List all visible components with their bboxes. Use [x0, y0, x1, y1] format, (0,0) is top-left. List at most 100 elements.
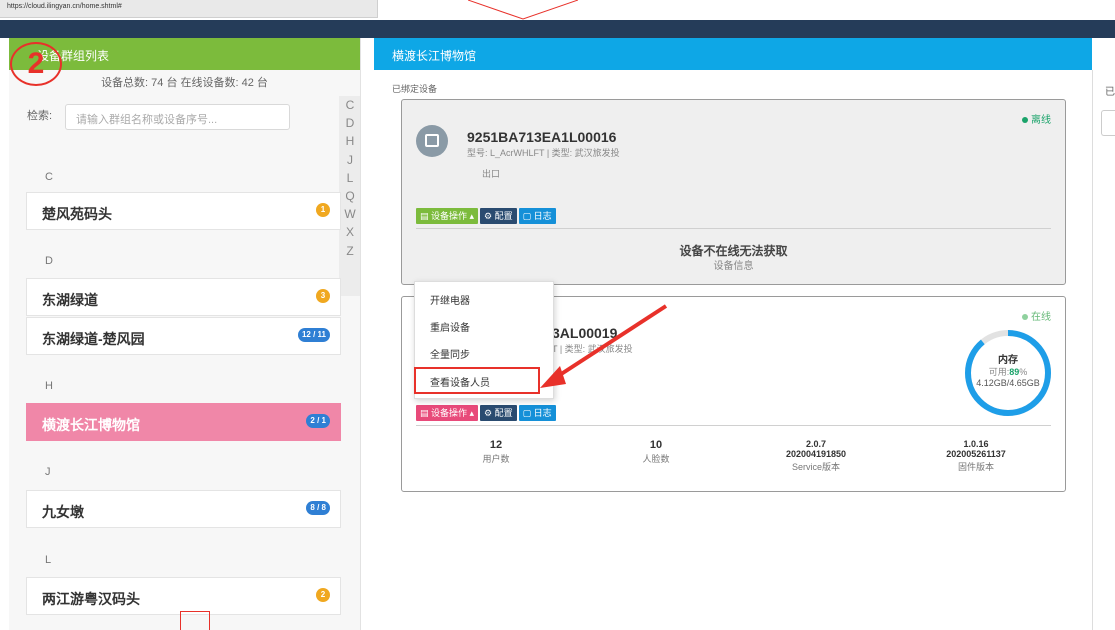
- group-list-panel: 设备群组列表 设备总数: 74 台 在线设备数: 42 台 检索: 请输入群组名…: [9, 38, 361, 630]
- stat-label: 人脸数: [642, 454, 670, 464]
- side-panel-input[interactable]: [1101, 110, 1115, 136]
- side-panel-partial: 已: [1092, 70, 1115, 630]
- device-panel-header: 横渡长江博物馆: [374, 38, 1092, 70]
- stat-label: 固件版本: [957, 462, 994, 472]
- stat-value-build: 202005261137: [946, 449, 1006, 459]
- stat-service-version: 2.0.7 202004191850 Service版本: [751, 439, 881, 473]
- alphabet-index: C D H J L Q W X Z: [339, 96, 360, 296]
- status-dot-icon: [1022, 117, 1028, 124]
- alpha-index-z[interactable]: Z: [339, 242, 360, 260]
- device-meta: 型号: L_AcrWHLFT | 类型: 武汉旅发投: [467, 148, 620, 158]
- section-letter-l: L: [45, 554, 52, 566]
- search-input[interactable]: 请输入群组名称或设备序号...: [65, 104, 290, 130]
- section-letter-d: D: [45, 255, 53, 267]
- card-divider: [416, 425, 1051, 426]
- stat-firmware-version: 1.0.16 202005261137 固件版本: [911, 439, 1041, 473]
- chevron-annotation-icon: [468, 0, 578, 20]
- device-serial: 9251BA713EA1L00016: [467, 129, 617, 145]
- group-item[interactable]: 九女墩 8 / 8: [26, 490, 341, 528]
- offline-submessage: 设备信息: [713, 261, 754, 272]
- device-card-offline: 9251BA713EA1L00016 型号: L_AcrWHLFT | 类型: …: [401, 99, 1066, 285]
- status-text: 离线: [1031, 115, 1051, 126]
- alpha-index-j[interactable]: J: [339, 151, 360, 169]
- alpha-index-d[interactable]: D: [339, 114, 360, 132]
- status-dot-icon: [1022, 314, 1028, 321]
- group-badge: 2 / 1: [306, 414, 330, 428]
- menu-item-full-sync[interactable]: 全量同步: [430, 346, 470, 361]
- stat-label: Service版本: [791, 462, 840, 472]
- memory-title: 内存: [998, 353, 1018, 366]
- alpha-index-q[interactable]: Q: [339, 187, 360, 205]
- device-meta-extra: 出口: [482, 169, 501, 179]
- group-badge: 2: [316, 588, 330, 602]
- group-badge: 8 / 8: [306, 501, 330, 515]
- status-text: 在线: [1031, 312, 1051, 323]
- config-button[interactable]: ⚙ 配置: [480, 208, 517, 224]
- alpha-index-w[interactable]: W: [339, 205, 360, 223]
- stat-label: 用户数: [482, 454, 510, 464]
- stat-faces: 10 人脸数: [591, 439, 721, 465]
- menu-item-open-relay[interactable]: 开继电器: [430, 292, 470, 307]
- device-stats: 设备总数: 74 台 在线设备数: 42 台: [101, 77, 268, 89]
- card-divider: [416, 228, 1051, 229]
- memory-usage: 4.12GB/4.65GB: [976, 378, 1040, 388]
- url-text: https://cloud.ilingyan.cn/home.shtml#: [7, 3, 122, 10]
- memory-gauge: 内存 可用:89% 4.12GB/4.65GB: [965, 330, 1051, 416]
- alpha-index-x[interactable]: X: [339, 223, 360, 241]
- stat-value: 10: [649, 439, 663, 451]
- status-badge: 在线: [1022, 308, 1051, 323]
- log-button[interactable]: ▢ 日志: [518, 208, 556, 224]
- group-item[interactable]: 楚风苑码头 1: [26, 192, 341, 230]
- group-name: 九女墩: [42, 504, 84, 520]
- stat-value: 1.0.16: [963, 439, 989, 449]
- group-name: 横渡长江博物馆: [42, 417, 140, 433]
- red-arrow-annotation-icon: [540, 304, 668, 388]
- alpha-index-c[interactable]: C: [339, 96, 360, 114]
- config-label: 配置: [494, 211, 513, 221]
- group-name: 两江游粤汉码头: [42, 591, 140, 607]
- menu-item-restart-device[interactable]: 重启设备: [430, 319, 470, 334]
- step-number-annotation: 2: [10, 42, 62, 86]
- section-letter-c: C: [45, 171, 53, 183]
- section-letter-j: J: [45, 466, 51, 478]
- config-button[interactable]: ⚙ 配置: [480, 405, 517, 421]
- group-badge: 12 / 11: [297, 328, 330, 342]
- section-letter-h: H: [45, 380, 53, 392]
- group-item[interactable]: 东湖绿道 3: [26, 278, 341, 316]
- side-panel-label: 已: [1105, 87, 1115, 98]
- alpha-index-l[interactable]: L: [339, 169, 360, 187]
- alpha-index-h[interactable]: H: [339, 132, 360, 150]
- stat-value: 2.0.7: [805, 439, 827, 449]
- device-icon: [416, 125, 448, 157]
- highlight-box-annotation: [180, 611, 210, 630]
- config-label: 配置: [494, 408, 513, 418]
- menu-highlight-annotation: [414, 367, 540, 394]
- stat-users: 12 用户数: [431, 439, 561, 465]
- device-operations-button[interactable]: ▤ 设备操作 ▴: [416, 208, 479, 224]
- device-operations-label: 设备操作 ▴: [431, 408, 475, 418]
- log-button[interactable]: ▢ 日志: [518, 405, 556, 421]
- device-action-row: ▤ 设备操作 ▴ ⚙ 配置 ▢ 日志: [416, 206, 558, 224]
- log-label: 日志: [533, 408, 552, 418]
- status-badge: 离线: [1022, 111, 1051, 126]
- browser-url-bar[interactable]: https://cloud.ilingyan.cn/home.shtml#: [0, 0, 378, 18]
- group-badge: 1: [316, 203, 330, 217]
- device-operations-label: 设备操作 ▴: [431, 211, 475, 221]
- stat-value-build: 202004191850: [785, 449, 847, 459]
- group-item[interactable]: 两江游粤汉码头 2: [26, 577, 341, 615]
- group-name: 东湖绿道-楚风园: [42, 331, 145, 347]
- device-action-row: ▤ 设备操作 ▴ ⚙ 配置 ▢ 日志: [416, 403, 558, 421]
- group-name: 楚风苑码头: [42, 206, 112, 222]
- device-operations-button[interactable]: ▤ 设备操作 ▴: [416, 405, 479, 421]
- log-label: 日志: [533, 211, 552, 221]
- memory-available: 可用:89%: [989, 367, 1028, 377]
- device-panel-title: 横渡长江博物馆: [392, 49, 477, 63]
- group-item[interactable]: 东湖绿道-楚风园 12 / 11: [26, 317, 341, 355]
- top-navbar: [0, 20, 1115, 38]
- search-label: 检索:: [27, 110, 53, 122]
- group-name: 东湖绿道: [42, 292, 98, 308]
- group-badge: 3: [316, 289, 330, 303]
- stat-value: 12: [489, 439, 503, 451]
- bound-devices-label: 已绑定设备: [392, 84, 438, 94]
- group-item-active[interactable]: 横渡长江博物馆 2 / 1: [26, 403, 341, 441]
